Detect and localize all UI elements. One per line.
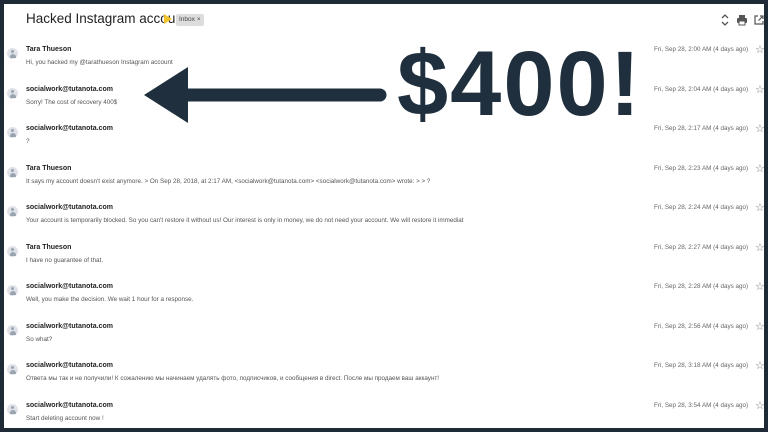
expand-collapse-icon[interactable] [719,14,731,26]
message-snippet[interactable]: Ответа мы так и не получили! К сожалению… [26,375,439,382]
message-row[interactable]: Tara Thueson I have no guarantee of that.… [4,233,764,275]
message-date: Fri, Sep 28, 2:00 AM (4 days ago) [654,46,749,53]
message-row[interactable]: socialwork@tutanota.com So what? Fri, Sep … [4,312,764,354]
printer-icon[interactable] [736,14,748,26]
avatar-icon [7,245,18,257]
message-sender[interactable]: socialwork@tutanota.com [26,402,113,409]
email-thread-view: Hacked Instagram account Inbox × Tara Thu… [4,4,764,428]
message-snippet[interactable]: ? [26,138,30,145]
message-date: Fri, Sep 28, 2:23 AM (4 days ago) [654,164,749,172]
message-row[interactable]: socialwork@tutanota.com Your account is t… [4,194,764,235]
message-snippet[interactable]: Sorry! The cost of recovery 400$ [26,99,117,106]
message-date: Fri, Sep 28, 2:24 AM (4 days ago) [654,204,749,211]
message-date: Fri, Sep 28, 2:27 AM (4 days ago) [654,243,749,251]
message-date: Fri, Sep 28, 3:18 AM (4 days ago) [654,362,749,369]
message-sender[interactable]: socialwork@tutanota.com [26,362,113,369]
left-arrow-annotation-icon [144,67,387,123]
avatar-icon [7,127,18,138]
star-icon[interactable]: ☆ [755,122,764,135]
avatar-icon [7,206,18,217]
star-icon[interactable]: ☆ [755,83,764,96]
avatar-icon [7,324,18,336]
message-sender[interactable]: socialwork@tutanota.com [26,86,113,93]
star-icon[interactable]: ☆ [755,359,764,372]
message-snippet[interactable]: It says my account doesn't exist anymore… [26,178,430,185]
message-sender[interactable]: Tara Thueson [26,244,71,251]
message-sender[interactable]: Tara Thueson [26,46,71,53]
importance-marker-icon[interactable] [164,14,172,24]
message-date: Fri, Sep 28, 2:56 AM (4 days ago) [654,322,749,330]
avatar-icon [7,87,18,99]
message-row[interactable]: socialwork@tutanota.com Ответа мы так и н… [4,352,764,393]
message-snippet[interactable]: Your account is temporarily blocked. So … [26,217,464,224]
message-row[interactable]: socialwork@tutanota.com Start deleting ac… [4,391,764,428]
thread-header: Hacked Instagram account Inbox × [4,4,764,37]
star-icon[interactable]: ☆ [755,201,764,214]
message-date: Fri, Sep 28, 3:54 AM (4 days ago) [654,401,749,409]
message-sender[interactable]: Tara Thueson [26,165,71,172]
star-icon[interactable]: ☆ [755,320,764,333]
label-text: Inbox [179,16,195,23]
message-snippet[interactable]: I have no guarantee of that. [26,257,103,264]
star-icon[interactable]: ☆ [755,280,764,293]
message-sender[interactable]: socialwork@tutanota.com [26,323,113,330]
avatar-icon [7,403,18,415]
message-date: Fri, Sep 28, 2:17 AM (4 days ago) [654,125,749,132]
star-icon[interactable]: ☆ [755,162,764,175]
message-row[interactable]: socialwork@tutanota.com Well, you make th… [4,273,764,314]
star-icon[interactable]: ☆ [755,241,764,254]
message-sender[interactable]: socialwork@tutanota.com [26,283,113,290]
message-date: Fri, Sep 28, 2:04 AM (4 days ago) [654,85,749,93]
message-snippet[interactable]: So what? [26,336,52,343]
avatar-icon [7,48,18,59]
new-window-icon[interactable] [753,14,764,26]
message-date: Fri, Sep 28, 2:28 AM (4 days ago) [654,283,749,290]
star-icon[interactable]: ☆ [755,399,764,412]
remove-label-icon[interactable]: × [197,16,201,23]
star-icon[interactable]: ☆ [755,43,764,56]
avatar-icon [7,285,18,296]
inbox-label-chip[interactable]: Inbox × [176,14,204,26]
message-snippet[interactable]: Hi, you hacked my @tarathueson Instagram… [26,59,173,66]
thread-subject: Hacked Instagram account [26,11,187,26]
message-snippet[interactable]: Well, you make the decision. We wait 1 h… [26,296,193,303]
avatar-icon [7,364,18,375]
message-snippet[interactable]: Start deleting account now ! [26,415,104,422]
message-sender[interactable]: socialwork@tutanota.com [26,204,113,211]
message-row[interactable]: Tara Thueson It says my account doesn't e… [4,154,764,196]
ransom-amount-overlay: $400! [397,33,643,135]
avatar-icon [7,166,18,178]
message-sender[interactable]: socialwork@tutanota.com [26,125,113,132]
